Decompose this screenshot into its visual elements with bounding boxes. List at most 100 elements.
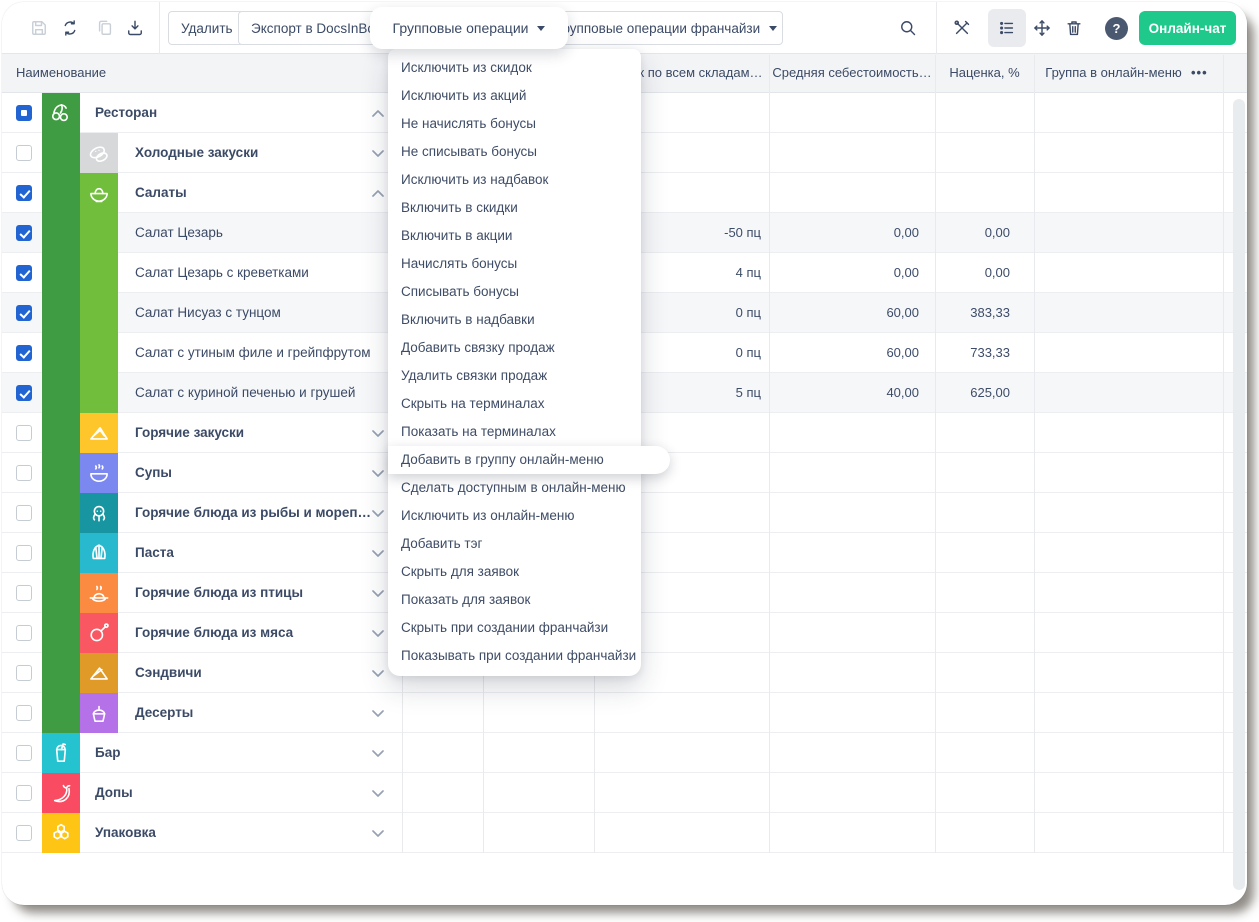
row-checkbox[interactable] [16, 785, 32, 801]
search-icon[interactable] [898, 18, 918, 38]
row-checkbox[interactable] [16, 665, 32, 681]
download-icon[interactable] [125, 18, 145, 38]
menu-item[interactable]: Скрыть при создании франчайзи [388, 614, 641, 642]
row-checkbox[interactable] [16, 105, 32, 121]
menu-item[interactable]: Исключить из скидок [388, 54, 641, 82]
column-header-online-group[interactable]: Группа в онлайн-меню [1036, 54, 1191, 92]
row-label[interactable]: Салаты [135, 173, 187, 212]
menu-item[interactable]: Не начислять бонусы [388, 110, 641, 138]
menu-item[interactable]: Скрыть для заявок [388, 558, 641, 586]
group-operations-franchise-label: Групповые операции франчайзи [556, 21, 760, 36]
menu-item[interactable]: Показать на терминалах [388, 418, 641, 446]
list-view-icon[interactable] [997, 18, 1017, 38]
refresh-icon[interactable] [60, 18, 80, 38]
trash-icon[interactable] [1064, 18, 1084, 38]
chevron-down-icon[interactable] [371, 509, 385, 518]
move-icon[interactable] [1032, 18, 1052, 38]
menu-item[interactable]: Включить в акции [388, 222, 641, 250]
group-operations-button[interactable]: Групповые операции [370, 7, 568, 49]
row-checkbox[interactable] [16, 385, 32, 401]
column-header-name[interactable]: Наименование [16, 54, 106, 92]
menu-item[interactable]: Скрыть на терминалах [388, 390, 641, 418]
row-checkbox[interactable] [16, 185, 32, 201]
chevron-down-icon[interactable] [371, 549, 385, 558]
row-label[interactable]: Допы [95, 773, 133, 812]
chevron-down-icon[interactable] [371, 709, 385, 718]
row-checkbox[interactable] [16, 145, 32, 161]
row-label[interactable]: Супы [135, 453, 172, 492]
online-chat-button[interactable]: Онлайн-чат [1139, 11, 1236, 45]
row-checkbox[interactable] [16, 625, 32, 641]
chevron-down-icon[interactable] [371, 629, 385, 638]
row-label[interactable]: Горячие блюда из рыбы и мореп… [135, 493, 371, 532]
chevron-down-icon[interactable] [371, 669, 385, 678]
row-checkbox[interactable] [16, 745, 32, 761]
menu-item[interactable]: Включить в надбавки [388, 306, 641, 334]
row-label[interactable]: Горячие блюда из птицы [135, 573, 303, 612]
columns-menu-button[interactable]: ••• [1191, 54, 1221, 92]
row-label[interactable]: Бар [95, 733, 120, 772]
menu-item-highlighted[interactable]: Добавить в группу онлайн-меню [388, 446, 670, 474]
column-header-cost[interactable]: Средняя себестоимость… [771, 54, 933, 92]
row-label[interactable]: Салат Нисуаз с тунцом [135, 293, 281, 332]
row-checkbox[interactable] [16, 465, 32, 481]
menu-item[interactable]: Исключить из надбавок [388, 166, 641, 194]
group-operations-franchise-button[interactable]: Групповые операции франчайзи [550, 11, 783, 45]
save-icon[interactable] [29, 18, 49, 38]
menu-item[interactable]: Сделать доступным в онлайн-меню [388, 474, 641, 502]
row-checkbox[interactable] [16, 305, 32, 321]
chevron-down-icon[interactable] [371, 789, 385, 798]
row-label[interactable]: Салат Цезарь с креветками [135, 253, 309, 292]
chevron-up-icon[interactable] [371, 189, 385, 198]
row-checkbox[interactable] [16, 505, 32, 521]
row-label[interactable]: Ресторан [95, 93, 157, 132]
delete-button[interactable]: Удалить [168, 11, 246, 45]
menu-item[interactable]: Исключить из онлайн-меню [388, 502, 641, 530]
category-color-band [80, 253, 118, 293]
category-color-band [42, 533, 80, 573]
chevron-down-icon[interactable] [371, 589, 385, 598]
chevron-down-icon[interactable] [371, 149, 385, 158]
row-label[interactable]: Десерты [135, 693, 193, 732]
menu-item[interactable]: Включить в скидки [388, 194, 641, 222]
chevron-down-icon[interactable] [371, 829, 385, 838]
row-checkbox[interactable] [16, 265, 32, 281]
menu-item[interactable]: Исключить из акций [388, 82, 641, 110]
row-checkbox[interactable] [16, 585, 32, 601]
chevron-down-icon[interactable] [371, 749, 385, 758]
row-label[interactable]: Паста [135, 533, 174, 572]
row-checkbox[interactable] [16, 545, 32, 561]
row-label[interactable]: Упаковка [95, 813, 156, 852]
row-label[interactable]: Салат с утиным филе и грейпфрутом [135, 333, 371, 372]
menu-item[interactable]: Начислять бонусы [388, 250, 641, 278]
chevron-down-icon[interactable] [371, 469, 385, 478]
menu-item[interactable]: Не списывать бонусы [388, 138, 641, 166]
menu-item[interactable]: Показывать при создании франчайзи [388, 642, 641, 670]
package-icon [42, 813, 80, 853]
row-checkbox[interactable] [16, 705, 32, 721]
row-label[interactable]: Салат с куриной печенью и грушей [135, 373, 355, 412]
row-checkbox[interactable] [16, 345, 32, 361]
row-label[interactable]: Горячие блюда из мяса [135, 613, 293, 652]
menu-item[interactable]: Добавить связку продаж [388, 334, 641, 362]
menu-item[interactable]: Показать для заявок [388, 586, 641, 614]
row-label[interactable]: Холодные закуски [135, 133, 258, 172]
menu-item[interactable]: Списывать бонусы [388, 278, 641, 306]
row-label[interactable]: Салат Цезарь [135, 213, 223, 252]
chevron-up-icon[interactable] [371, 109, 385, 118]
row-checkbox[interactable] [16, 425, 32, 441]
row-label[interactable]: Сэндвичи [135, 653, 202, 692]
menu-item[interactable]: Добавить тэг [388, 530, 641, 558]
row-checkbox[interactable] [16, 225, 32, 241]
help-icon[interactable]: ? [1105, 17, 1128, 40]
column-header-markup[interactable]: Наценка, % [937, 54, 1032, 92]
row-label[interactable]: Горячие закуски [135, 413, 244, 452]
chevron-down-icon[interactable] [371, 429, 385, 438]
menu-item[interactable]: Удалить связки продаж [388, 362, 641, 390]
vertical-scrollbar-thumb[interactable] [1233, 99, 1245, 890]
copy-icon[interactable] [95, 18, 115, 38]
tools-icon[interactable] [952, 18, 972, 38]
row-checkbox[interactable] [16, 825, 32, 841]
category-color-band [42, 693, 80, 733]
markup-value: 0,00 [937, 213, 1022, 252]
